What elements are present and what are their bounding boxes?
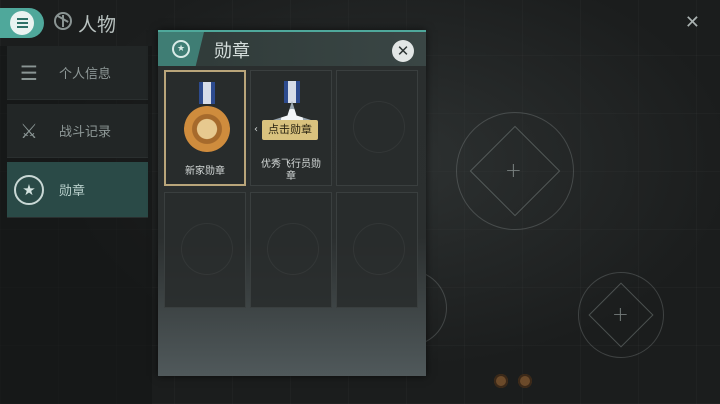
add-slot-plus-icon[interactable]: +	[505, 158, 522, 182]
medal-popup: ★ 勋章 ✕ 新家勋章 优秀飞行员勋 章 ‹ 点击勋章	[158, 30, 426, 376]
sidebar: ☰ 个人信息 ⚔ 战斗记录 ★ 勋章	[0, 46, 152, 404]
add-slot-plus-icon[interactable]: +	[612, 302, 629, 326]
sidebar-item-battle-record[interactable]: ⚔ 战斗记录	[7, 104, 148, 158]
crossed-swords-icon: ⚔	[20, 118, 38, 143]
close-button[interactable]: ✕	[392, 40, 414, 62]
medal-slot-empty[interactable]	[336, 70, 418, 186]
tooltip: 点击勋章	[262, 120, 318, 140]
sidebar-item-medals[interactable]: ★ 勋章	[7, 162, 148, 218]
sidebar-item-label: 勋章	[59, 184, 86, 199]
star-badge-icon: ★	[172, 40, 190, 58]
bug-icon	[518, 374, 532, 388]
sidebar-item-label: 个人信息	[59, 67, 112, 82]
medal-slot-empty[interactable]	[164, 192, 246, 308]
medal-label: 新家勋章	[185, 166, 225, 177]
bug-icon	[494, 374, 508, 388]
popup-header: ★ 勋章 ✕	[158, 30, 426, 66]
popup-tab: ★	[158, 32, 204, 66]
star-badge-icon: ★	[7, 174, 51, 205]
medal-slot[interactable]: 新家勋章	[164, 70, 246, 186]
medal-slot-empty[interactable]	[336, 192, 418, 308]
popup-title: 勋章	[214, 41, 250, 62]
ribbon-icon	[284, 81, 300, 103]
close-icon[interactable]: ✕	[685, 12, 700, 33]
menu-button[interactable]	[0, 8, 44, 38]
medal-slot-empty[interactable]	[250, 192, 332, 308]
gear-medal-icon	[184, 106, 230, 152]
list-icon: ☰	[20, 60, 38, 85]
medal-label: 优秀飞行员勋 章	[261, 159, 321, 182]
page-title: 人物	[78, 14, 117, 36]
tooltip-arrow-icon: ‹	[254, 124, 258, 135]
menu-icon	[10, 11, 34, 35]
sidebar-item-label: 战斗记录	[59, 125, 112, 140]
ribbon-icon	[199, 82, 215, 104]
character-icon	[54, 12, 72, 30]
sidebar-item-personal-info[interactable]: ☰ 个人信息	[7, 46, 148, 100]
